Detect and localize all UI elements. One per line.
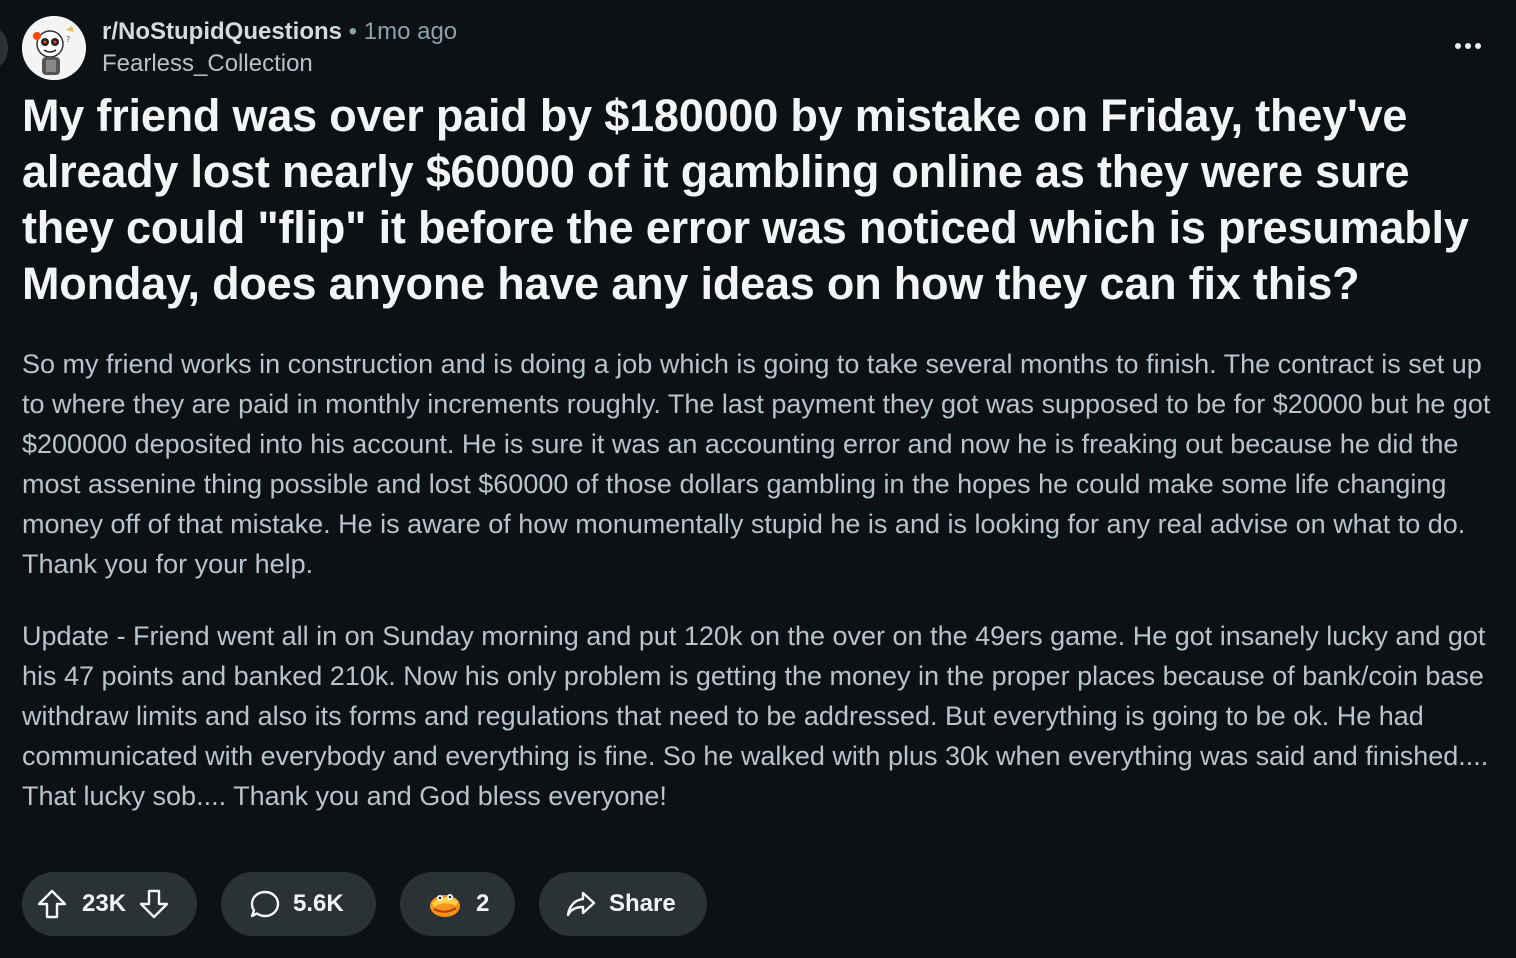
vote-count: 23K: [82, 890, 127, 917]
vote-control: 23K: [22, 872, 197, 936]
arrow-up-icon[interactable]: [36, 888, 68, 920]
comments-button[interactable]: 5.6K: [221, 872, 376, 936]
partial-avatar: [0, 28, 8, 68]
post-body: So my friend works in construction and i…: [22, 344, 1502, 848]
subreddit-link[interactable]: r/NoStupidQuestions: [102, 18, 342, 45]
author-link[interactable]: Fearless_Collection: [102, 48, 457, 80]
award-button[interactable]: 2: [400, 872, 515, 936]
post-header: ? r/NoStupidQuestions • 1mo ago Fearless…: [22, 16, 1494, 82]
post-title: My friend was over paid by $180000 by mi…: [22, 90, 1469, 309]
subreddit-avatar[interactable]: ?: [22, 16, 86, 80]
body-paragraph: Update - Friend went all in on Sunday mo…: [22, 621, 1489, 811]
post-time: 1mo ago: [363, 18, 458, 45]
svg-text:?: ?: [66, 35, 70, 44]
post-meta: r/NoStupidQuestions • 1mo ago Fearless_C…: [102, 16, 457, 80]
body-paragraph: So my friend works in construction and i…: [22, 349, 1491, 579]
more-options-icon[interactable]: [1448, 34, 1488, 58]
comment-bubble-icon: [249, 888, 281, 920]
award-icon: [428, 889, 462, 919]
share-label: Share: [609, 890, 676, 917]
comment-count: 5.6K: [293, 890, 344, 917]
arrow-down-icon[interactable]: [138, 888, 170, 920]
post-actions: 23K 5.6K 2 Share: [22, 872, 707, 936]
meta-row: r/NoStupidQuestions • 1mo ago: [102, 16, 457, 48]
share-button[interactable]: Share: [539, 872, 707, 936]
share-arrow-icon: [565, 888, 597, 920]
award-count: 2: [476, 890, 490, 917]
meta-separator: •: [348, 18, 358, 45]
